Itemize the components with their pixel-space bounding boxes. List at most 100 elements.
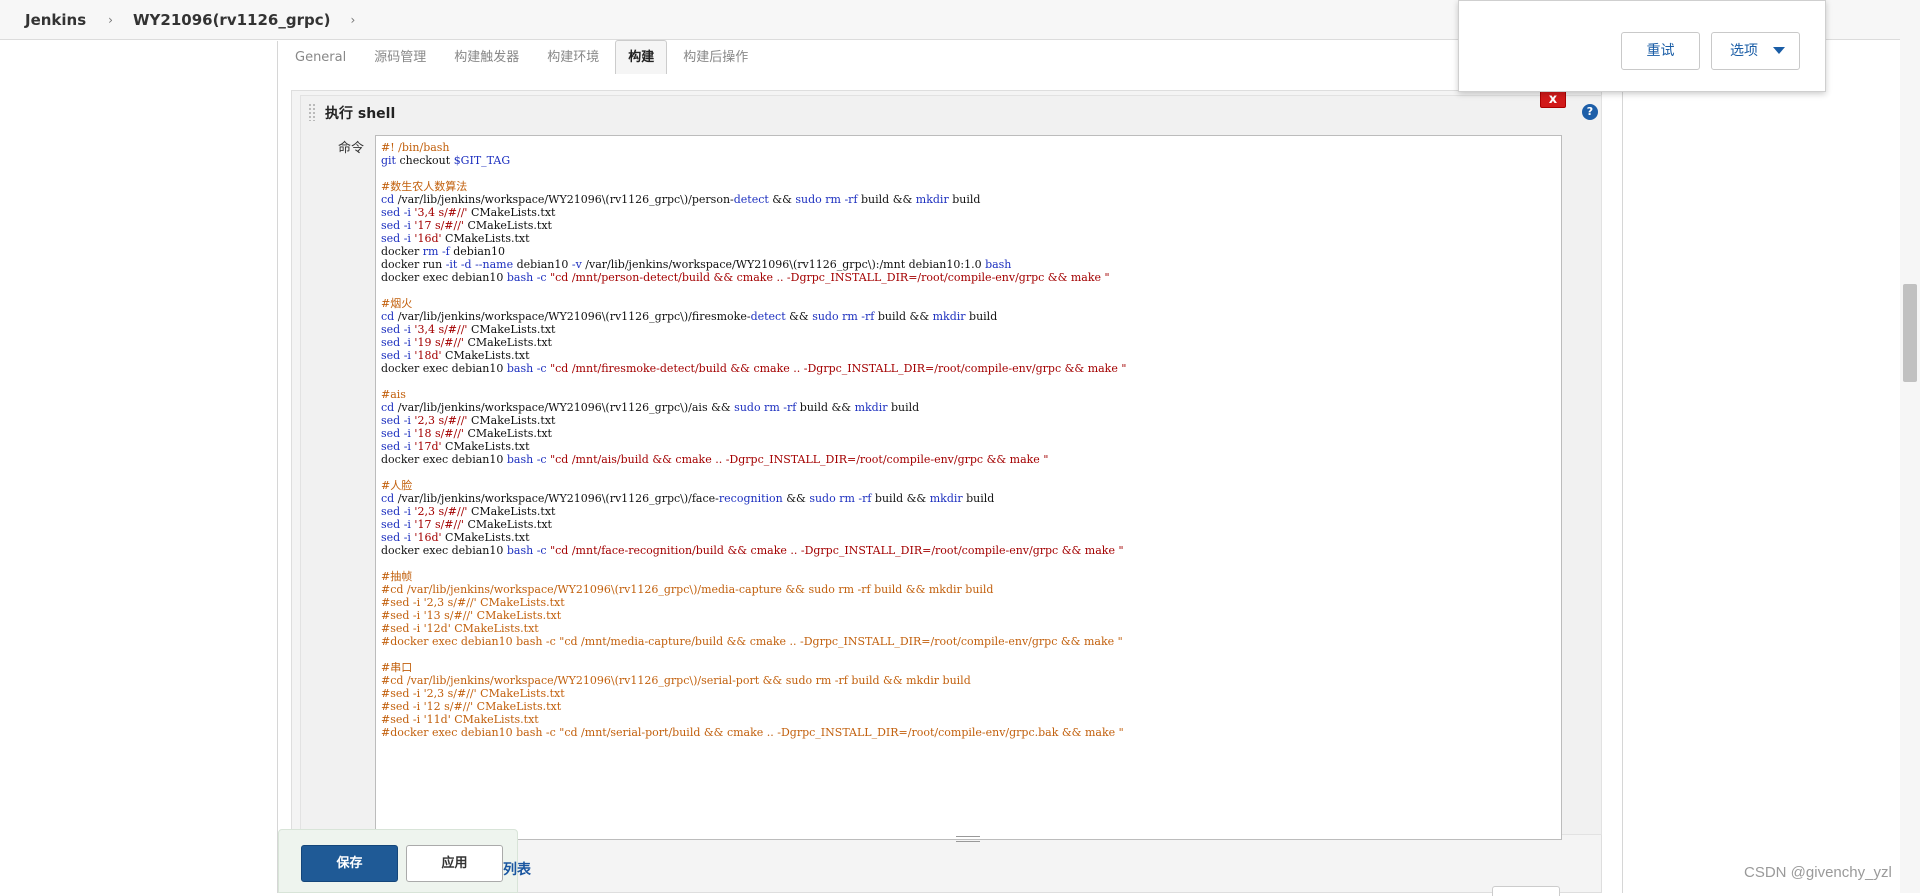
config-tabs: General 源码管理 构建触发器 构建环境 构建 构建后操作 — [283, 40, 764, 74]
add-build-step-link[interactable]: 列表 — [503, 859, 531, 879]
code-line: #sed -i '12 s/#//' CMakeLists.txt — [381, 700, 1561, 713]
code-token: #抽帧 — [381, 570, 413, 583]
code-token: sed -i — [381, 505, 411, 518]
help-icon[interactable]: ? — [1582, 104, 1598, 120]
code-line: docker run -it -d --name debian10 -v /va… — [381, 258, 1561, 271]
code-token: sed -i — [381, 336, 411, 349]
delete-step-button[interactable]: x — [1540, 90, 1566, 108]
code-line: sed -i '2,3 s/#//' CMakeLists.txt — [381, 414, 1561, 427]
code-line: sed -i '17d' CMakeLists.txt — [381, 440, 1561, 453]
code-token: '17d' — [410, 440, 442, 453]
code-token: CMakeLists.txt — [467, 505, 556, 518]
code-token: CMakeLists.txt — [467, 206, 556, 219]
code-token: cd — [381, 310, 395, 323]
tab-build-triggers[interactable]: 构建触发器 — [442, 42, 531, 74]
code-token: CMakeLists.txt — [467, 414, 556, 427]
code-token: '16d' — [410, 531, 442, 544]
code-token: "cd /mnt/ais/build && cmake .. -Dgrpc_IN… — [546, 453, 1049, 466]
code-token: mkdir — [915, 193, 949, 206]
code-token: cd — [381, 193, 395, 206]
code-token: recognition — [718, 492, 783, 505]
code-token: "cd /mnt/face-recognition/build && cmake… — [546, 544, 1124, 557]
code-token: #ais — [381, 388, 406, 401]
code-line: sed -i '18 s/#//' CMakeLists.txt — [381, 427, 1561, 440]
code-token: git — [381, 154, 396, 167]
code-line: #烟火 — [381, 297, 1561, 310]
code-line: #sed -i '11d' CMakeLists.txt — [381, 713, 1561, 726]
code-token: /var/lib/jenkins/workspace/WY21096\(rv11… — [581, 258, 986, 271]
code-token: && — [782, 492, 810, 505]
code-token: #数生农人数算法 — [381, 180, 468, 193]
breadcrumb-job[interactable]: WY21096(rv1126_grpc) — [133, 11, 331, 29]
code-token: sed -i — [381, 414, 411, 427]
code-line: #cd /var/lib/jenkins/workspace/WY21096\(… — [381, 674, 1561, 687]
tab-source-code[interactable]: 源码管理 — [362, 42, 438, 74]
breadcrumb-job-menu-chevron[interactable]: › — [350, 13, 355, 27]
code-token: docker exec debian10 — [381, 362, 507, 375]
code-token: '3,4 s/#//' — [410, 206, 468, 219]
watermark: CSDN @givenchy_yzl — [1744, 864, 1892, 881]
code-line: #sed -i '13 s/#//' CMakeLists.txt — [381, 609, 1561, 622]
save-button[interactable]: 保存 — [301, 845, 398, 882]
code-token: mkdir — [929, 492, 963, 505]
code-token: cd — [381, 492, 395, 505]
code-token: #串口 — [381, 661, 413, 674]
command-textarea[interactable]: #! /bin/bash git checkout $GIT_TAG #数生农人数算… — [375, 135, 1562, 840]
page-scrollbar[interactable] — [1900, 0, 1920, 893]
code-token: #烟火 — [381, 297, 413, 310]
content-frame-left-border — [277, 41, 278, 893]
code-token: build — [962, 492, 995, 505]
left-gutter — [0, 41, 278, 893]
code-line: #人脸 — [381, 479, 1561, 492]
tab-build[interactable]: 构建 — [615, 40, 668, 74]
code-line: #docker exec debian10 bash -c "cd /mnt/m… — [381, 635, 1561, 648]
textarea-resize-handle[interactable] — [956, 836, 980, 842]
code-token: docker exec debian10 — [381, 544, 507, 557]
code-token: CMakeLists.txt — [441, 440, 530, 453]
breadcrumb-jenkins[interactable]: Jenkins — [25, 11, 86, 29]
breadcrumb-separator[interactable]: › — [108, 13, 113, 27]
code-token: CMakeLists.txt — [463, 336, 552, 349]
code-token: CMakeLists.txt — [441, 232, 530, 245]
code-token: /var/lib/jenkins/workspace/WY21096\(rv11… — [394, 492, 719, 505]
options-label: 选项 — [1730, 43, 1758, 59]
code-line: sed -i '3,4 s/#//' CMakeLists.txt — [381, 323, 1561, 336]
page-scrollbar-thumb[interactable] — [1903, 284, 1917, 382]
code-line: cd /var/lib/jenkins/workspace/WY21096\(r… — [381, 310, 1561, 323]
code-token: -v — [571, 258, 582, 271]
code-token: detect — [750, 310, 786, 323]
code-token: CMakeLists.txt — [441, 349, 530, 362]
tab-general[interactable]: General — [283, 42, 358, 74]
tab-build-environment[interactable]: 构建环境 — [535, 42, 611, 74]
code-line: cd /var/lib/jenkins/workspace/WY21096\(r… — [381, 401, 1561, 414]
code-token: #sed -i '2,3 s/#//' CMakeLists.txt — [381, 687, 565, 700]
code-token: sed -i — [381, 440, 411, 453]
code-token: '18d' — [410, 349, 442, 362]
code-token: '19 s/#//' — [410, 336, 464, 349]
code-token: #sed -i '11d' CMakeLists.txt — [381, 713, 539, 726]
code-token: '17 s/#//' — [410, 219, 464, 232]
code-line: #ais — [381, 388, 1561, 401]
code-token: build — [948, 193, 981, 206]
code-token: bash -c — [506, 362, 547, 375]
code-token: docker run — [381, 258, 446, 271]
code-token: bash — [985, 258, 1012, 271]
code-line: sed -i '17 s/#//' CMakeLists.txt — [381, 518, 1561, 531]
options-button[interactable]: 选项 — [1711, 32, 1800, 70]
code-line: sed -i '19 s/#//' CMakeLists.txt — [381, 336, 1561, 349]
apply-button[interactable]: 应用 — [406, 845, 503, 882]
tab-post-build-actions[interactable]: 构建后操作 — [671, 42, 760, 74]
retry-button[interactable]: 重试 — [1621, 32, 1700, 70]
drag-handle-icon[interactable] — [308, 103, 317, 121]
content-frame-right-border — [1622, 41, 1623, 893]
code-line: docker exec debian10 bash -c "cd /mnt/ai… — [381, 453, 1561, 466]
code-token: mkdir — [932, 310, 966, 323]
code-line: #sed -i '12d' CMakeLists.txt — [381, 622, 1561, 635]
code-token: docker — [381, 245, 423, 258]
code-line: #抽帧 — [381, 570, 1561, 583]
code-token: '17 s/#//' — [410, 518, 464, 531]
